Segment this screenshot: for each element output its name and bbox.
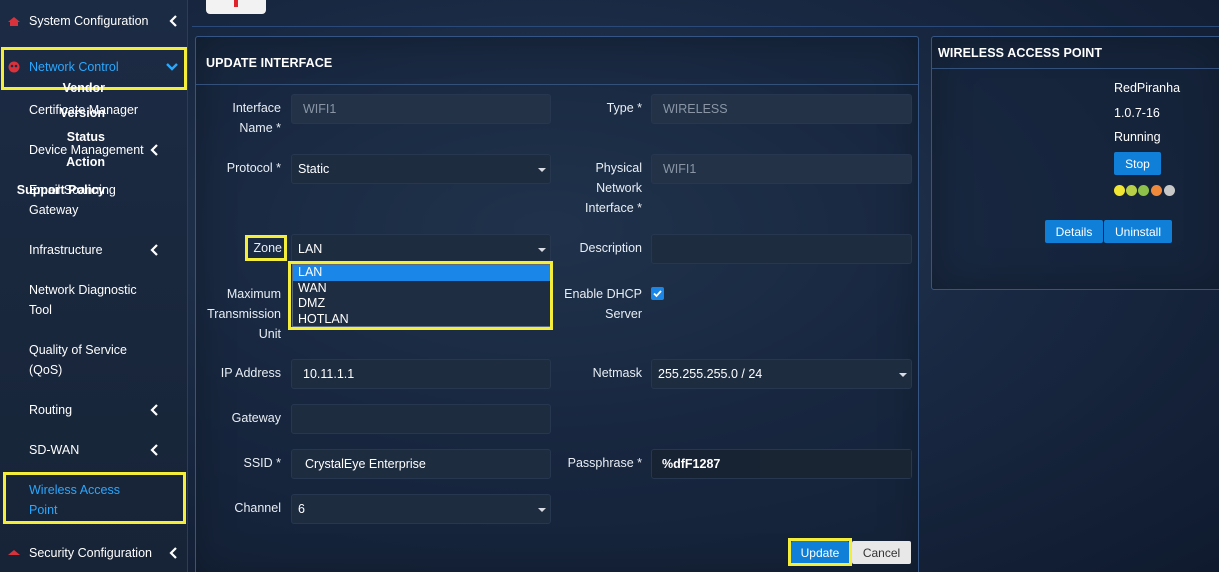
- support-dot-4: [1151, 185, 1162, 196]
- netmask-value: 255.255.255.0 / 24: [658, 367, 763, 381]
- sidebar-item-system-configuration[interactable]: System Configuration: [0, 11, 188, 31]
- enable-dhcp-checkbox[interactable]: [651, 287, 664, 300]
- sidebar-item-routing[interactable]: Routing: [0, 400, 188, 420]
- panel-header-divider: [196, 84, 918, 85]
- physical-network-interface-input[interactable]: WIFI1: [651, 154, 912, 184]
- update-button-highlight: [788, 538, 852, 566]
- netmask-label: Netmask: [592, 366, 642, 380]
- chevron-left-icon: [150, 404, 158, 416]
- chevron-left-icon: [169, 15, 177, 27]
- sidebar-item-label: SD-WAN: [29, 443, 80, 457]
- wireless-access-point-panel: [931, 36, 1219, 290]
- panel-title: UPDATE INTERFACE: [206, 56, 333, 70]
- mtu-label: Maximum Transmission Unit: [207, 287, 281, 341]
- sidebar-item-label: Quality of Service: [29, 343, 127, 357]
- house-icon: [8, 17, 20, 26]
- sidebar-item-infrastructure[interactable]: Infrastructure: [0, 240, 188, 260]
- zone-value: LAN: [298, 242, 323, 256]
- chevron-left-icon: [169, 547, 177, 559]
- channel-value: 6: [298, 502, 305, 516]
- interface-name-label: Interface Name *: [232, 101, 281, 135]
- type-input[interactable]: WIRELESS: [651, 94, 912, 124]
- gateway-input[interactable]: [291, 404, 551, 434]
- ip-address-label: IP Address: [220, 366, 281, 380]
- vendor-label: Vendor: [62, 81, 105, 95]
- protocol-label: Protocol *: [226, 161, 281, 175]
- wap-panel-title: WIRELESS ACCESS POINT: [938, 46, 1103, 60]
- status-value: Running: [1114, 130, 1161, 144]
- sidebar-item-label: System Configuration: [29, 14, 149, 28]
- chevron-left-icon: [150, 144, 158, 156]
- top-divider: [192, 26, 1219, 27]
- minus-icon: [234, 0, 238, 7]
- channel-label: Channel: [234, 501, 281, 515]
- sidebar-item-qos[interactable]: Quality of Service (QoS): [0, 340, 188, 380]
- checkmark-icon: [653, 290, 662, 298]
- caret-down-icon: [538, 248, 546, 252]
- support-dot-5: [1164, 185, 1175, 196]
- zone-label-highlight: [245, 235, 287, 261]
- support-policy-label: Support Policy: [16, 183, 105, 197]
- interface-name-input[interactable]: WIFI1: [291, 94, 551, 124]
- zone-select[interactable]: LAN: [291, 234, 551, 264]
- top-toolbar-button[interactable]: [206, 0, 266, 14]
- support-dot-2: [1126, 185, 1137, 196]
- caret-down-icon: [538, 508, 546, 512]
- passphrase-label: Passphrase *: [567, 456, 642, 470]
- vendor-value: RedPiranha: [1114, 81, 1181, 95]
- description-label: Description: [579, 241, 642, 255]
- status-label: Status: [66, 130, 105, 144]
- sidebar-item-sd-wan[interactable]: SD-WAN: [0, 440, 188, 460]
- passphrase-mask: [760, 450, 911, 478]
- stop-button[interactable]: Stop: [1114, 152, 1161, 175]
- caret-down-icon: [538, 168, 546, 172]
- physical-network-interface-label: Physical Network Interface *: [585, 161, 642, 215]
- details-button[interactable]: Details: [1045, 220, 1103, 243]
- sidebar-item-label: Tool: [29, 303, 52, 317]
- support-dot-3: [1138, 185, 1149, 196]
- sidebar-item-label: Network Diagnostic: [29, 283, 137, 297]
- zone-dropdown-highlight: [288, 261, 553, 330]
- ssid-input[interactable]: CrystalEye Enterprise: [291, 449, 551, 479]
- gateway-label: Gateway: [231, 411, 281, 425]
- sidebar-item-label: (QoS): [29, 363, 63, 377]
- sidebar-item-network-diagnostic-tool[interactable]: Network Diagnostic Tool: [0, 280, 188, 320]
- enable-dhcp-label: Enable DHCP Server: [564, 287, 642, 321]
- action-label: Action: [66, 155, 105, 169]
- protocol-select[interactable]: Static: [291, 154, 551, 184]
- sidebar-item-security-configuration[interactable]: Security Configuration: [0, 543, 188, 563]
- support-dot-1: [1114, 185, 1125, 196]
- chevron-left-icon: [150, 444, 158, 456]
- description-input[interactable]: [651, 234, 912, 264]
- ip-address-input[interactable]: 10.11.1.1: [291, 359, 551, 389]
- sidebar-item-label: Security Configuration: [29, 546, 152, 560]
- caret-down-icon: [899, 373, 907, 377]
- sidebar-item-label: Routing: [29, 403, 73, 417]
- channel-select[interactable]: 6: [291, 494, 551, 524]
- sidebar-item-label: Gateway: [29, 203, 79, 217]
- wireless-access-point-highlight: [3, 472, 186, 524]
- chevron-left-icon: [150, 244, 158, 256]
- version-label: Version: [59, 106, 105, 120]
- passphrase-input[interactable]: %dfF1287: [651, 449, 912, 479]
- shield-icon: [8, 550, 20, 555]
- netmask-select[interactable]: 255.255.255.0 / 24: [651, 359, 912, 389]
- uninstall-button[interactable]: Uninstall: [1104, 220, 1172, 243]
- protocol-value: Static: [298, 162, 330, 176]
- cancel-button[interactable]: Cancel: [852, 541, 911, 564]
- type-label: Type *: [606, 101, 642, 115]
- version-value: 1.0.7-16: [1114, 106, 1160, 120]
- ssid-label: SSID *: [243, 456, 281, 470]
- passphrase-value: %dfF1287: [662, 457, 721, 471]
- wap-header-divider: [932, 68, 1219, 69]
- sidebar-item-label: Infrastructure: [29, 243, 103, 257]
